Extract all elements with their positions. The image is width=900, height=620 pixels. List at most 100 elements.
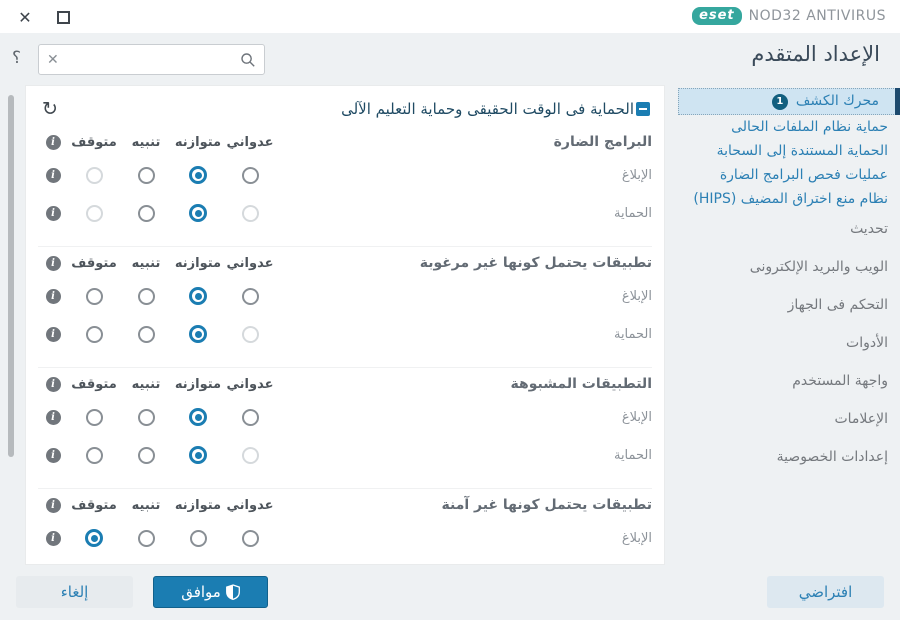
search-clear-icon[interactable]: ✕	[39, 52, 67, 68]
section-header: i متوقف تنبيه متوازنه عدواني التطبيقات ا…	[38, 370, 652, 398]
info-icon[interactable]: i	[45, 255, 61, 271]
column-header-off: متوقف	[71, 497, 117, 513]
row-label: الإبلاغ	[621, 409, 652, 425]
info-icon[interactable]: i	[45, 409, 61, 425]
sidebar-item-hips[interactable]: نظام منع اختراق المضيف (HIPS)	[678, 187, 900, 211]
collapse-icon[interactable]	[636, 102, 650, 116]
section-header: i متوقف تنبيه متوازنه عدواني تطبيقات يحت…	[38, 249, 652, 277]
radio-off[interactable]	[85, 166, 103, 184]
column-header-balanced: متوازنه	[174, 134, 222, 150]
sidebar-item-web-email[interactable]: الويب والبريد الإلكترونى	[678, 255, 900, 279]
info-icon[interactable]: i	[45, 205, 61, 221]
cancel-button[interactable]: إلغاء	[16, 576, 133, 608]
info-icon[interactable]: i	[45, 167, 61, 183]
radio-off[interactable]	[85, 408, 103, 426]
info-icon[interactable]: i	[45, 288, 61, 304]
radio-off[interactable]	[85, 204, 103, 222]
column-header-cautious: تنبيه	[131, 376, 161, 392]
radio-aggressive[interactable]	[241, 204, 259, 222]
info-icon[interactable]: i	[45, 447, 61, 463]
radio-aggressive[interactable]	[241, 287, 259, 305]
category-title: التطبيقات المشبوهة	[510, 376, 653, 392]
search-icon[interactable]	[232, 52, 264, 68]
column-header-aggressive: عدواني	[226, 497, 274, 513]
maximize-icon[interactable]	[52, 6, 74, 28]
info-icon[interactable]: i	[45, 530, 61, 546]
row-label: الإبلاغ	[621, 167, 652, 183]
radio-cautious[interactable]	[137, 166, 155, 184]
setting-row-reporting: i الإبلاغ	[38, 277, 652, 315]
sidebar-item-cloud-protection[interactable]: الحماية المستندة إلى السحابة	[678, 139, 900, 163]
info-icon[interactable]: i	[45, 376, 61, 392]
settings-panel: ↻ الحماية فى الوقت الحقيقى وحماية التعلي…	[25, 85, 665, 565]
info-icon[interactable]: i	[45, 326, 61, 342]
radio-balanced[interactable]	[189, 166, 207, 184]
radio-cautious[interactable]	[137, 408, 155, 426]
row-label: الحماية	[613, 447, 652, 463]
eset-advanced-setup-window: { "titlebar": { "close_icon": "✕", "prod…	[0, 0, 900, 620]
radio-balanced[interactable]	[189, 325, 207, 343]
panel-title: الحماية فى الوقت الحقيقى وحماية التعليم …	[341, 100, 634, 118]
info-icon[interactable]: i	[45, 134, 61, 150]
ok-button-label: موافق	[181, 583, 221, 601]
column-header-cautious: تنبيه	[131, 497, 161, 513]
radio-aggressive[interactable]	[241, 325, 259, 343]
sidebar-item-privacy-settings[interactable]: إعدادات الخصوصية	[678, 445, 900, 469]
radio-cautious[interactable]	[137, 204, 155, 222]
sidebar-item-user-interface[interactable]: واجهة المستخدم	[678, 369, 900, 393]
help-icon[interactable]: ؟	[12, 48, 21, 68]
default-button[interactable]: افتراضي	[767, 576, 884, 608]
category-title: تطبيقات يحتمل كونها غير آمنة	[441, 497, 653, 513]
brand-logo: eset NOD32 ANTIVIRUS	[692, 7, 886, 25]
sidebar-item-realtime-protection[interactable]: حماية نظام الملفات الحالى	[678, 115, 900, 139]
radio-balanced[interactable]	[189, 287, 207, 305]
radio-cautious[interactable]	[137, 529, 155, 547]
section-header: i متوقف تنبيه متوازنه عدواني تطبيقات يحت…	[38, 491, 652, 519]
radio-cautious[interactable]	[137, 325, 155, 343]
radio-balanced[interactable]	[189, 529, 207, 547]
setting-row-reporting: i الإبلاغ	[38, 156, 652, 194]
radio-cautious[interactable]	[137, 446, 155, 464]
section-potentially-unwanted: i متوقف تنبيه متوازنه عدواني تطبيقات يحت…	[38, 246, 652, 353]
sidebar-item-update[interactable]: تحديث	[678, 217, 900, 241]
radio-aggressive[interactable]	[241, 166, 259, 184]
radio-balanced[interactable]	[189, 408, 207, 426]
column-header-balanced: متوازنه	[174, 497, 222, 513]
radio-off[interactable]	[85, 529, 103, 547]
radio-aggressive[interactable]	[241, 408, 259, 426]
radio-off[interactable]	[85, 325, 103, 343]
category-title: تطبيقات يحتمل كونها غير مرغوبة	[419, 255, 652, 271]
radio-cautious[interactable]	[137, 287, 155, 305]
section-malware: i متوقف تنبيه متوازنه عدواني البرامج الض…	[38, 128, 652, 232]
column-header-aggressive: عدواني	[226, 134, 274, 150]
sidebar-item-device-control[interactable]: التحكم فى الجهاز	[678, 293, 900, 317]
shield-icon	[225, 584, 240, 600]
radio-balanced[interactable]	[189, 204, 207, 222]
section-header: i متوقف تنبيه متوازنه عدواني البرامج الض…	[38, 128, 652, 156]
close-icon[interactable]: ✕	[14, 6, 36, 28]
section-suspicious-apps: i متوقف تنبيه متوازنه عدواني التطبيقات ا…	[38, 367, 652, 474]
ok-button[interactable]: موافق	[153, 576, 268, 608]
sidebar-item-detection-engine[interactable]: محرك الكشف 1	[678, 88, 900, 115]
column-header-off: متوقف	[71, 376, 117, 392]
info-icon[interactable]: i	[45, 497, 61, 513]
row-label: الإبلاغ	[621, 288, 652, 304]
radio-off[interactable]	[85, 287, 103, 305]
row-label: الحماية	[613, 205, 652, 221]
setting-row-reporting: i الإبلاغ	[38, 519, 652, 557]
sidebar-item-tools[interactable]: الأدوات	[678, 331, 900, 355]
revert-to-default-icon[interactable]: ↻	[38, 99, 62, 119]
sidebar-item-malware-scans[interactable]: عمليات فحص البرامج الضارة	[678, 163, 900, 187]
radio-balanced[interactable]	[189, 446, 207, 464]
row-label: الإبلاغ	[621, 530, 652, 546]
radio-aggressive[interactable]	[241, 446, 259, 464]
search-input[interactable]	[66, 45, 232, 74]
sidebar-item-notifications[interactable]: الإعلامات	[678, 407, 900, 431]
titlebar: ✕ eset NOD32 ANTIVIRUS	[0, 0, 900, 33]
column-header-off: متوقف	[71, 134, 117, 150]
row-label: الحماية	[613, 326, 652, 342]
radio-off[interactable]	[85, 446, 103, 464]
vertical-scrollbar[interactable]	[8, 95, 14, 457]
search-box: ✕	[38, 44, 265, 75]
radio-aggressive[interactable]	[241, 529, 259, 547]
